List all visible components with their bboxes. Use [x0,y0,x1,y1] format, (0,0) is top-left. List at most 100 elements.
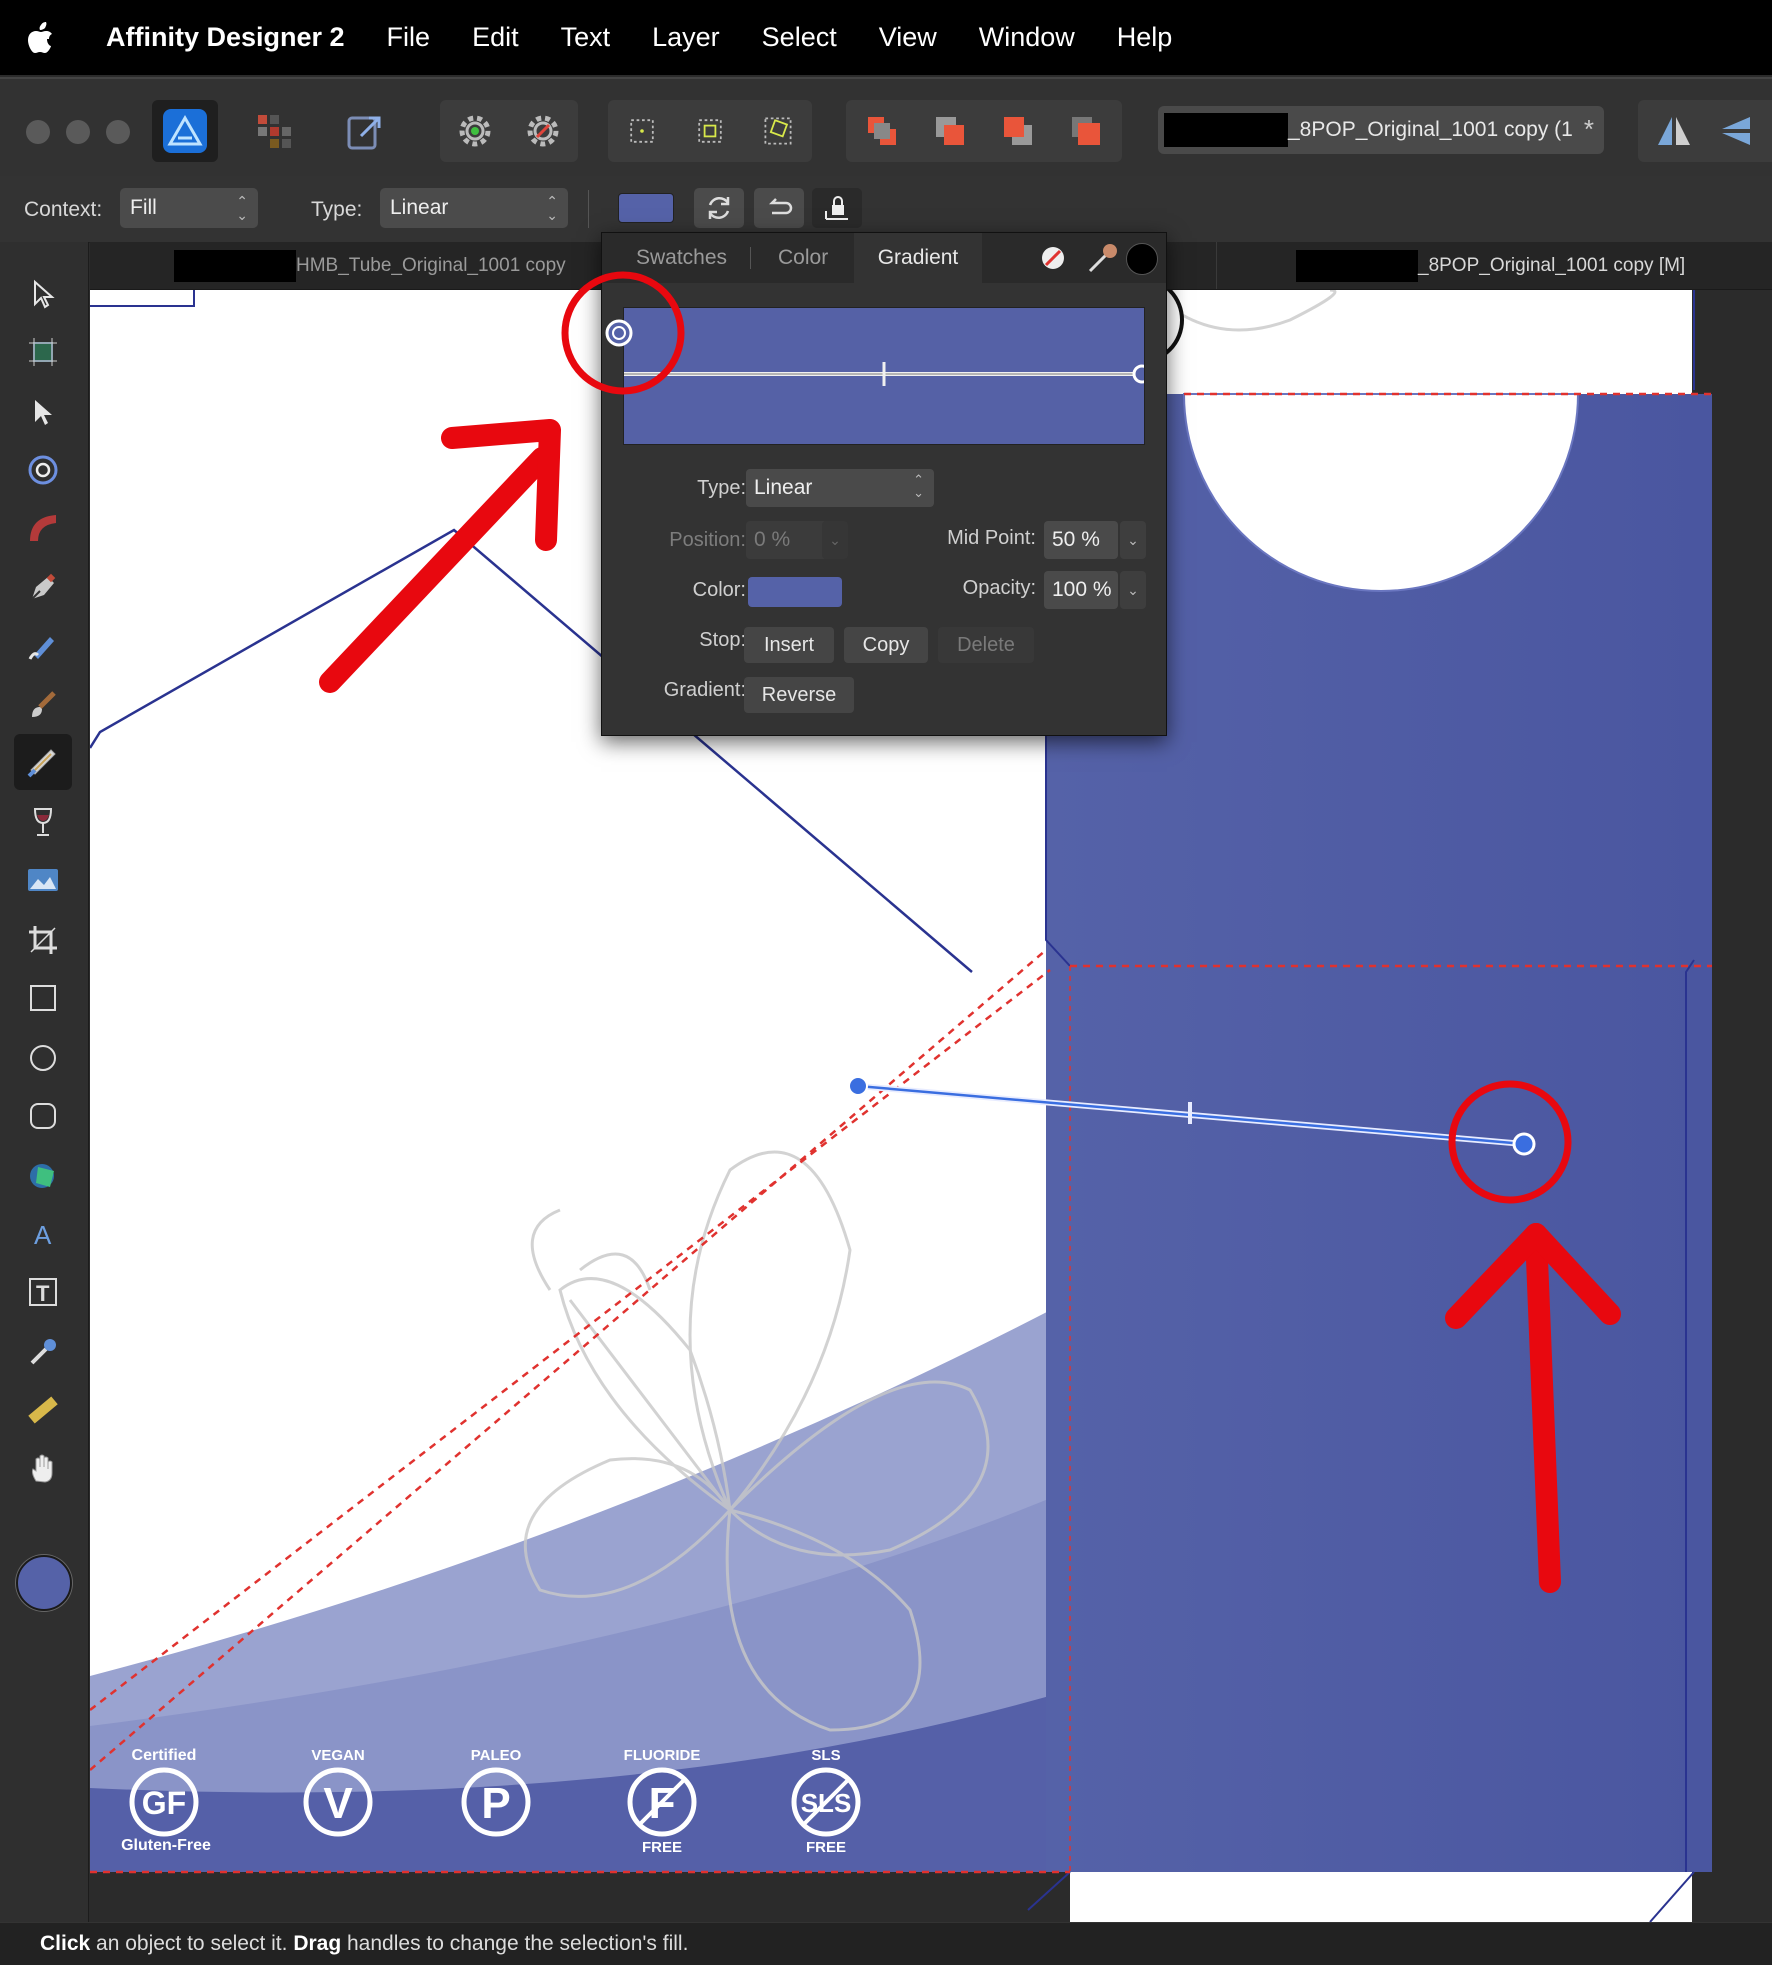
node-tool[interactable] [14,384,72,440]
menu-layer[interactable]: Layer [652,22,720,53]
frame-text-tool[interactable]: T [14,1264,72,1320]
menu-view[interactable]: View [879,22,937,53]
artboard-tool[interactable] [14,324,72,380]
move-to-front-icon[interactable] [1066,111,1106,151]
measure-tool[interactable] [14,1382,72,1438]
artistic-text-tool[interactable]: A [14,1206,72,1262]
window-minimize-button[interactable] [66,120,90,144]
color-picker-tool[interactable] [14,1324,72,1380]
move-tool[interactable] [14,266,72,322]
transparency-tool[interactable] [14,794,72,850]
tab-gradient[interactable]: Gradient [854,233,982,283]
selection-box-group [608,100,812,162]
opacity-dropdown-button[interactable]: ⌄ [1120,571,1146,609]
artistic-text-icon: A [34,1220,52,1250]
midpoint-label: Mid Point: [947,527,1036,549]
doc-tab-8pop[interactable]: _8POP_Original_1001 copy [M] [1296,242,1685,289]
tools-panel: A T [0,242,89,1922]
gear-icon[interactable] [455,111,495,151]
svg-text:SLS: SLS [811,1747,840,1764]
status-bold-click: Click [40,1932,91,1955]
panel-type-label: Type: [697,477,746,499]
designer-persona-button[interactable] [152,100,218,162]
gradient-start-handle[interactable] [848,1076,868,1096]
selection-transform-icon[interactable] [692,111,728,151]
stop-label: Stop: [699,629,746,651]
selection-box-icon[interactable] [624,111,660,151]
gradient-stops-track[interactable] [624,308,1144,444]
menu-bar: Affinity Designer 2 File Edit Text Layer… [0,0,1772,75]
ruler-icon [28,1396,58,1424]
menu-file[interactable]: File [387,22,431,53]
doc-tab-hmb[interactable]: HMB_Tube_Original_1001 copy [174,242,566,289]
window-zoom-button[interactable] [106,120,130,144]
snap-shape-icon[interactable] [760,111,796,151]
rounded-rectangle-tool[interactable] [14,1088,72,1144]
move-arrow-icon [34,279,55,309]
reverse-icon [768,198,793,215]
point-transform-tool[interactable] [14,442,72,498]
gear-cancel-icon[interactable] [523,111,563,151]
eyedropper-icon[interactable] [1086,241,1120,275]
menu-window[interactable]: Window [979,22,1075,53]
move-back-one-icon[interactable] [930,111,970,151]
gradient-preview-bar[interactable] [623,307,1145,445]
fill-tool[interactable] [14,734,72,790]
pen-tool[interactable] [14,560,72,616]
rotate-gradient-button[interactable] [694,188,744,228]
midpoint-dropdown-button[interactable]: ⌄ [1120,521,1146,559]
tab-color[interactable]: Color [778,233,828,283]
panel-type-dropdown[interactable]: Linear ⌃ ⌄ [746,469,934,507]
arrange-group [846,100,1122,162]
reverse-gradient-button[interactable] [754,188,804,228]
reverse-gradient-button[interactable]: Reverse [744,677,854,713]
context-dropdown[interactable]: Fill ⌃ ⌄ [120,188,258,228]
gradient-end-stop[interactable] [1132,364,1144,384]
wine-glass-icon [33,808,53,836]
popover-tabs: Swatches Color Gradient [602,233,1166,283]
move-to-back-icon[interactable] [862,111,902,151]
gradient-start-stop[interactable] [561,267,685,395]
place-image-tool[interactable] [14,852,72,908]
document-title: _8POP_Original_1001 copy (1 [1288,118,1573,141]
fill-color-well[interactable] [16,1555,72,1611]
corner-tool[interactable] [14,500,72,556]
pencil-tool[interactable] [14,618,72,674]
no-fill-icon[interactable] [1040,245,1066,271]
copy-stop-button[interactable]: Copy [844,627,928,663]
window-close-button[interactable] [26,120,50,144]
menu-select[interactable]: Select [762,22,837,53]
snapping-group [440,100,578,162]
svg-text:A: A [34,1220,52,1250]
shape-tool[interactable] [14,1148,72,1204]
redacted-block [174,249,296,282]
rectangle-tool[interactable] [14,970,72,1026]
export-persona-button[interactable] [338,100,394,162]
apple-icon[interactable] [26,21,78,54]
brush-tool[interactable] [14,676,72,732]
gradient-end-handle[interactable] [1512,1132,1536,1156]
stop-color-swatch[interactable] [748,577,842,607]
lock-gradient-button[interactable] [812,188,862,228]
fill-color-button[interactable] [616,188,676,228]
type-dropdown[interactable]: Linear ⌃ ⌄ [380,188,568,228]
crop-icon [29,926,57,954]
menu-text[interactable]: Text [561,22,611,53]
opacity-label: Opacity: [962,577,1036,599]
menu-help[interactable]: Help [1117,22,1173,53]
ellipse-tool[interactable] [14,1030,72,1086]
insert-stop-button[interactable]: Insert [744,627,834,663]
pixel-persona-button[interactable] [248,100,300,162]
midpoint-field[interactable]: 50 % [1044,521,1118,559]
move-forward-one-icon[interactable] [998,111,1038,151]
menu-edit[interactable]: Edit [472,22,519,53]
crop-tool[interactable] [14,912,72,968]
opacity-field[interactable]: 100 % [1044,571,1118,609]
document-name-field[interactable]: _8POP_Original_1001 copy (1 * [1158,106,1604,154]
view-tool[interactable] [14,1440,72,1496]
flip-vertical-icon[interactable] [1716,111,1756,151]
flip-horizontal-icon[interactable] [1654,111,1694,151]
menu-app-name[interactable]: Affinity Designer 2 [106,22,345,53]
picked-color-well[interactable] [1126,243,1158,275]
frame-text-icon: T [29,1278,57,1306]
